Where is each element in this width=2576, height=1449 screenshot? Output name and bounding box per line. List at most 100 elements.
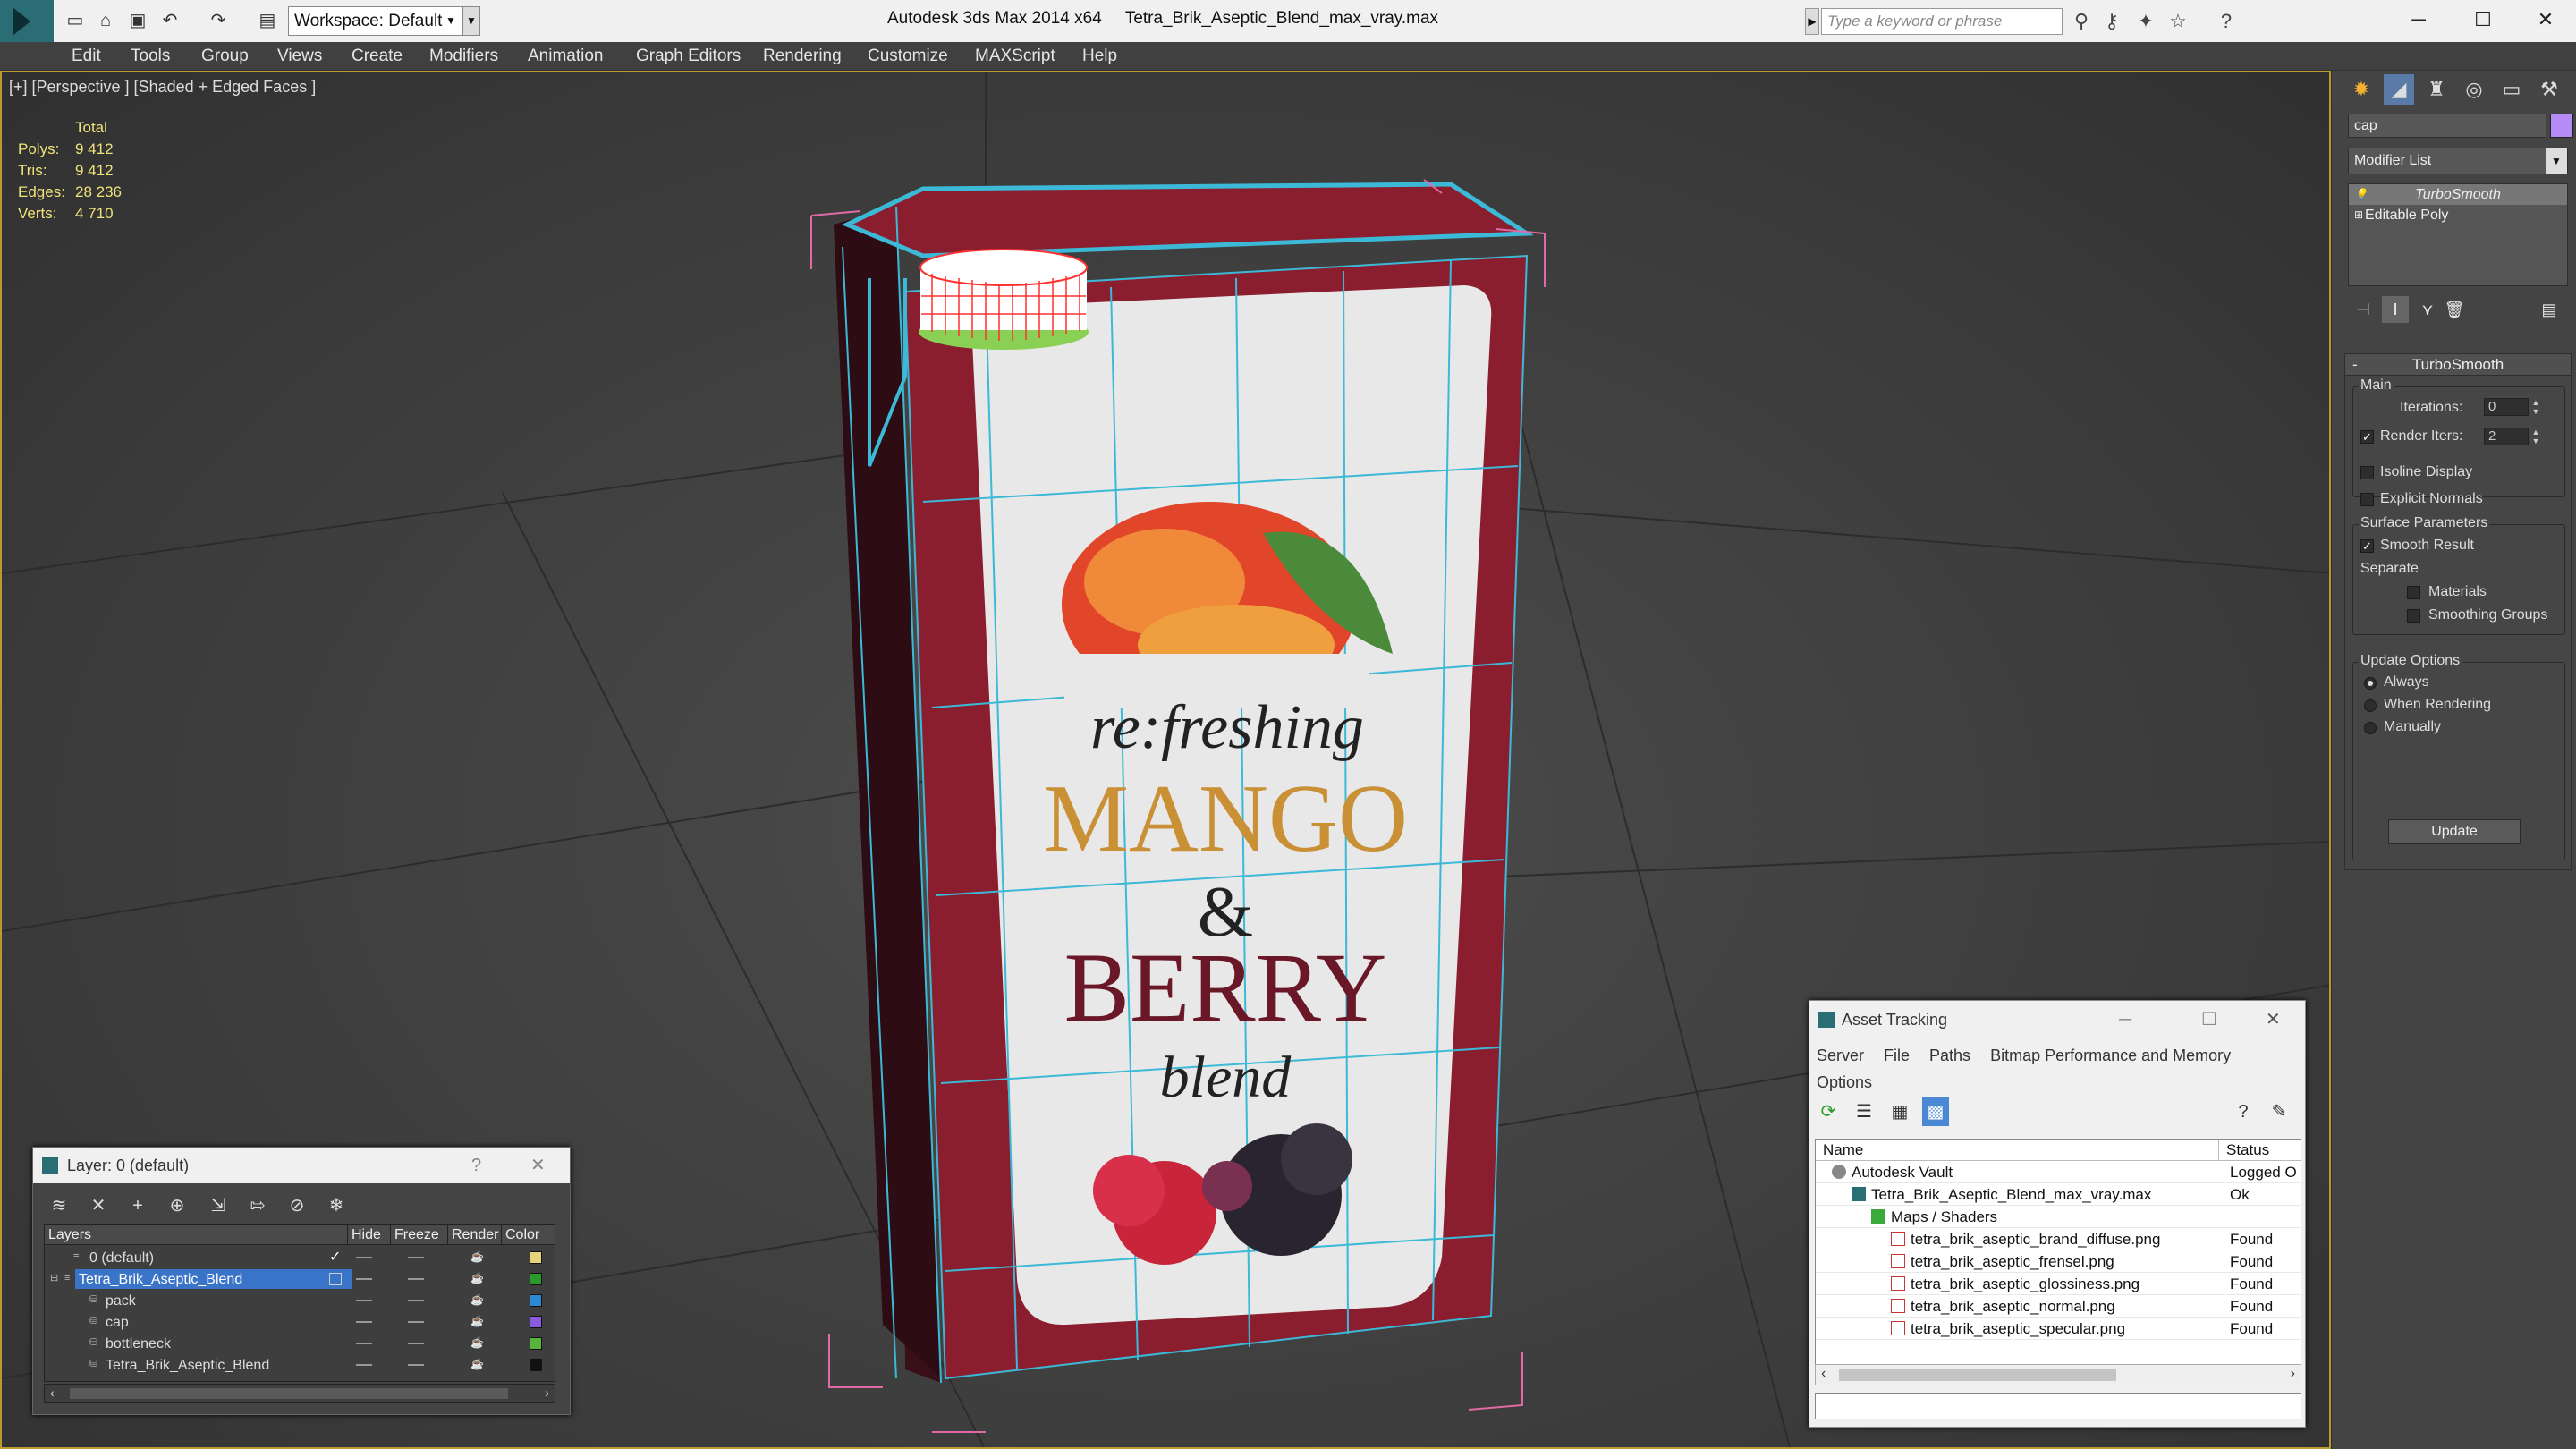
stack-item-turbosmooth[interactable]: 💡 TurboSmooth [2349, 184, 2567, 205]
menu-server[interactable]: Server [1817, 1046, 1864, 1064]
asset-row[interactable]: tetra_brik_aseptic_brand_diffuse.png Foun… [1816, 1228, 2301, 1250]
scroll-right-icon[interactable]: › [545, 1385, 549, 1400]
lightbulb-icon[interactable]: 💡 [2354, 184, 2368, 205]
manually-radio[interactable] [2364, 722, 2377, 734]
isoline-display-checkbox[interactable] [2360, 466, 2374, 479]
column-layers[interactable]: Layers [45, 1225, 91, 1245]
menu-maxscript[interactable]: MAXScript [975, 42, 1055, 71]
freeze-toggle[interactable] [408, 1300, 424, 1301]
menu-tools[interactable]: Tools [131, 42, 170, 71]
menu-paths[interactable]: Paths [1929, 1046, 1970, 1064]
render-teapot-icon[interactable]: ☕ [470, 1294, 484, 1305]
highlight-layer-icon[interactable]: ⇰ [242, 1191, 273, 1221]
delete-layer-icon[interactable]: ✕ [83, 1191, 114, 1221]
menu-modifiers[interactable]: Modifiers [429, 42, 498, 71]
motion-tab-icon[interactable]: ◎ [2459, 74, 2489, 105]
freeze-toggle[interactable] [408, 1257, 424, 1258]
expand-plus-icon[interactable]: ⊞ [2354, 205, 2363, 225]
object-color-swatch[interactable] [530, 1337, 542, 1350]
freeze-toggle[interactable] [408, 1343, 424, 1344]
minimize-icon[interactable]: ─ [2394, 4, 2444, 36]
refresh-icon[interactable]: ⟳ [1815, 1097, 1842, 1126]
undo-icon[interactable]: ↶ [157, 8, 182, 33]
utilities-tab-icon[interactable]: ⚒ [2534, 74, 2564, 105]
close-icon[interactable]: ✕ [530, 1148, 546, 1183]
collapse-minus-icon[interactable]: ⊟ [50, 1273, 61, 1284]
layer-row[interactable]: ≡ 0 (default) ✓ ☕ [45, 1247, 555, 1268]
asset-row[interactable]: tetra_brik_aseptic_frensel.png Found [1816, 1250, 2301, 1273]
close-icon[interactable]: ✕ [2521, 4, 2571, 36]
object-color-swatch[interactable] [530, 1294, 542, 1307]
scroll-right-icon[interactable]: › [2291, 1366, 2295, 1382]
iterations-spinner[interactable]: 0 [2484, 398, 2529, 416]
menu-edit[interactable]: Edit [72, 42, 101, 71]
new-file-icon[interactable]: ▭ [63, 8, 88, 33]
workspace-dropdown[interactable]: Workspace: Default ▼ [288, 6, 462, 36]
rollout-header[interactable]: - TurboSmooth [2345, 354, 2571, 376]
spinner-arrows-icon[interactable]: ▲ ▼ [2530, 398, 2541, 416]
asset-row[interactable]: tetra_brik_aseptic_normal.png Found [1816, 1295, 2301, 1318]
layer-row[interactable]: ⛁ Tetra_Brik_Aseptic_Blend ☕ [45, 1354, 555, 1376]
search-expand-arrow[interactable]: ▶ [1805, 8, 1819, 35]
render-iters-checkbox[interactable]: ✓ [2360, 430, 2374, 444]
help-icon[interactable]: ? [471, 1148, 481, 1183]
layer-color-swatch[interactable] [530, 1251, 542, 1264]
hide-toggle[interactable] [356, 1321, 372, 1323]
configure-sets-icon[interactable]: ▤ [2536, 296, 2563, 323]
column-freeze[interactable]: Freeze [390, 1225, 439, 1245]
menu-customize[interactable]: Customize [868, 42, 948, 71]
smooth-result-checkbox[interactable]: ✓ [2360, 539, 2374, 553]
menu-file[interactable]: File [1884, 1046, 1910, 1064]
object-color-swatch[interactable] [530, 1359, 542, 1371]
help-icon[interactable]: ? [2230, 1097, 2257, 1126]
hide-toggle[interactable] [356, 1278, 372, 1280]
show-end-result-icon[interactable]: Ⅰ [2382, 296, 2409, 323]
select-objects-icon[interactable]: ⊕ [162, 1191, 192, 1221]
tree-view-icon[interactable]: ▦ [1886, 1097, 1913, 1126]
layer-row[interactable]: ⛁ pack ☕ [45, 1290, 555, 1311]
freeze-toggle[interactable] [408, 1364, 424, 1366]
layer-manager-icon[interactable]: ≋ [44, 1191, 74, 1221]
favorites-star-icon[interactable]: ☆ [2165, 8, 2191, 35]
object-color-swatch[interactable] [530, 1316, 542, 1328]
asset-row[interactable]: Tetra_Brik_Aseptic_Blend_max_vray.max Ok [1816, 1183, 2301, 1206]
freeze-all-icon[interactable]: ❄ [321, 1191, 352, 1221]
menu-help[interactable]: Help [1082, 42, 1117, 71]
maximize-icon[interactable]: ☐ [2458, 4, 2508, 36]
layer-row[interactable]: ⛁ cap ☕ [45, 1311, 555, 1333]
table-view-icon[interactable]: ▩ [1922, 1097, 1949, 1126]
freeze-toggle[interactable] [408, 1278, 424, 1280]
project-folder-icon[interactable]: ▤ [255, 8, 280, 33]
dialog-titlebar[interactable]: Layer: 0 (default) ? ✕ [33, 1148, 570, 1183]
menu-rendering[interactable]: Rendering [763, 42, 842, 71]
render-teapot-icon[interactable]: ☕ [470, 1359, 484, 1369]
menu-options[interactable]: Options [1817, 1073, 1872, 1091]
object-name-field[interactable]: cap [2348, 114, 2546, 138]
layer-color-swatch[interactable] [530, 1273, 542, 1285]
list-view-icon[interactable]: ☰ [1851, 1097, 1877, 1126]
highlight-icon[interactable]: ✎ [2266, 1097, 2292, 1126]
column-hide[interactable]: Hide [347, 1225, 381, 1245]
active-checkbox[interactable] [329, 1273, 342, 1285]
when-rendering-radio[interactable] [2364, 699, 2377, 712]
make-unique-icon[interactable]: ⋎ [2414, 296, 2441, 323]
horizontal-scrollbar[interactable]: ‹ › [44, 1384, 555, 1403]
scroll-left-icon[interactable]: ‹ [1821, 1366, 1826, 1382]
subscription-icon[interactable]: ⚷ [2098, 8, 2125, 35]
save-file-icon[interactable]: ▣ [125, 8, 150, 33]
render-teapot-icon[interactable]: ☕ [470, 1337, 484, 1348]
carton-cap[interactable] [919, 249, 1089, 350]
workspace-menu-arrow[interactable]: ▼ [462, 6, 480, 36]
hide-toggle[interactable] [356, 1300, 372, 1301]
asset-row[interactable]: Autodesk Vault Logged O [1816, 1161, 2301, 1183]
remove-modifier-icon[interactable]: 🗑 [2441, 296, 2468, 323]
modify-tab-icon[interactable]: ◢ [2384, 74, 2414, 105]
freeze-toggle[interactable] [408, 1321, 424, 1323]
help-icon[interactable]: ? [2213, 8, 2240, 35]
render-iters-spinner[interactable]: 2 [2484, 428, 2529, 445]
communication-icon[interactable]: ✦ [2132, 8, 2159, 35]
hide-toggle[interactable] [356, 1364, 372, 1366]
juice-carton-model[interactable]: re:freshing MANGO & BERRY blend [810, 179, 1546, 1433]
close-icon[interactable]: ✕ [2266, 1001, 2281, 1038]
minimize-icon[interactable]: ─ [2119, 1001, 2131, 1038]
